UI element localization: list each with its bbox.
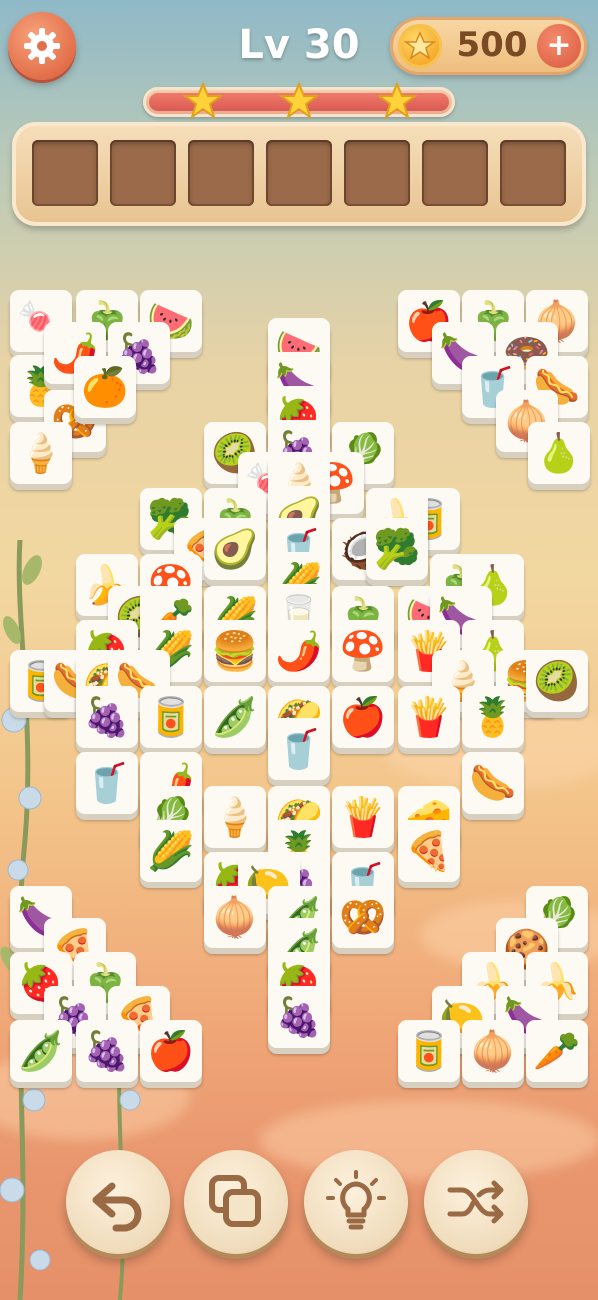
tile-onion[interactable]: 🧅 <box>204 886 266 948</box>
tile-chili[interactable]: 🌶️ <box>268 620 330 682</box>
tile-orange[interactable]: 🍊 <box>74 356 136 418</box>
tile-can[interactable]: 🥫 <box>398 1020 460 1082</box>
shuffle-button[interactable] <box>424 1150 528 1254</box>
tile-pear[interactable]: 🍐 <box>528 422 590 484</box>
tile-apple[interactable]: 🍎 <box>140 1020 202 1082</box>
tile-mushroom[interactable]: 🍄 <box>332 620 394 682</box>
tile-hotdog[interactable]: 🌭 <box>462 752 524 814</box>
tile-onion[interactable]: 🧅 <box>462 1020 524 1082</box>
tile-kiwi[interactable]: 🥝 <box>526 650 588 712</box>
tile-pizza[interactable]: 🍕 <box>398 820 460 882</box>
copy-button[interactable] <box>184 1150 288 1254</box>
tile-icecream[interactable]: 🍦 <box>204 786 266 848</box>
tile-can[interactable]: 🥫 <box>140 686 202 748</box>
tile-fries[interactable]: 🍟 <box>332 786 394 848</box>
tile-peas[interactable]: 🫛 <box>10 1020 72 1082</box>
undo-button[interactable] <box>66 1150 170 1254</box>
shuffle-icon <box>447 1180 504 1224</box>
copy-icon <box>209 1175 261 1227</box>
tile-carrot[interactable]: 🥕 <box>526 1020 588 1082</box>
tile-burger[interactable]: 🍔 <box>204 620 266 682</box>
tile-cola[interactable]: 🥤 <box>268 718 330 780</box>
hint-button[interactable] <box>304 1150 408 1254</box>
lightbulb-icon <box>326 1170 386 1230</box>
tile-grapes[interactable]: 🍇 <box>268 986 330 1048</box>
tile-grapes[interactable]: 🍇 <box>76 1020 138 1082</box>
tile-icecream[interactable]: 🍦 <box>10 422 72 484</box>
tile-peas[interactable]: 🫛 <box>204 686 266 748</box>
tile-board: 🍬🫑🍉🍍🌶️🍇🥨🍊🍦🍎🫑🧅🍆🍩🌭🥤🧅🍐🍉🍆🍓🥝🥬🍇🍬🍄🍦🥦🫑🥫🥑🍌🍕🥑🥤🥥🥦🍌🍄… <box>0 0 598 1300</box>
tile-broccoli[interactable]: 🥦 <box>366 518 428 580</box>
tile-grapes[interactable]: 🍇 <box>76 686 138 748</box>
tile-avocado[interactable]: 🥑 <box>204 518 266 580</box>
tile-cola[interactable]: 🥤 <box>76 752 138 814</box>
tile-apple[interactable]: 🍎 <box>332 686 394 748</box>
tile-corn[interactable]: 🌽 <box>140 820 202 882</box>
game-screen: Lv 30 500 + 🍬🫑🍉🍍🌶️🍇🥨🍊🍦🍎🫑🧅🍆🍩🌭🥤🧅🍐🍉🍆🍓🥝🥬🍇🍬🍄🍦… <box>0 0 598 1300</box>
tile-pineapple[interactable]: 🍍 <box>462 686 524 748</box>
undo-arrow-icon <box>92 1182 142 1232</box>
tile-pretzel[interactable]: 🥨 <box>332 886 394 948</box>
tile-fries[interactable]: 🍟 <box>398 686 460 748</box>
